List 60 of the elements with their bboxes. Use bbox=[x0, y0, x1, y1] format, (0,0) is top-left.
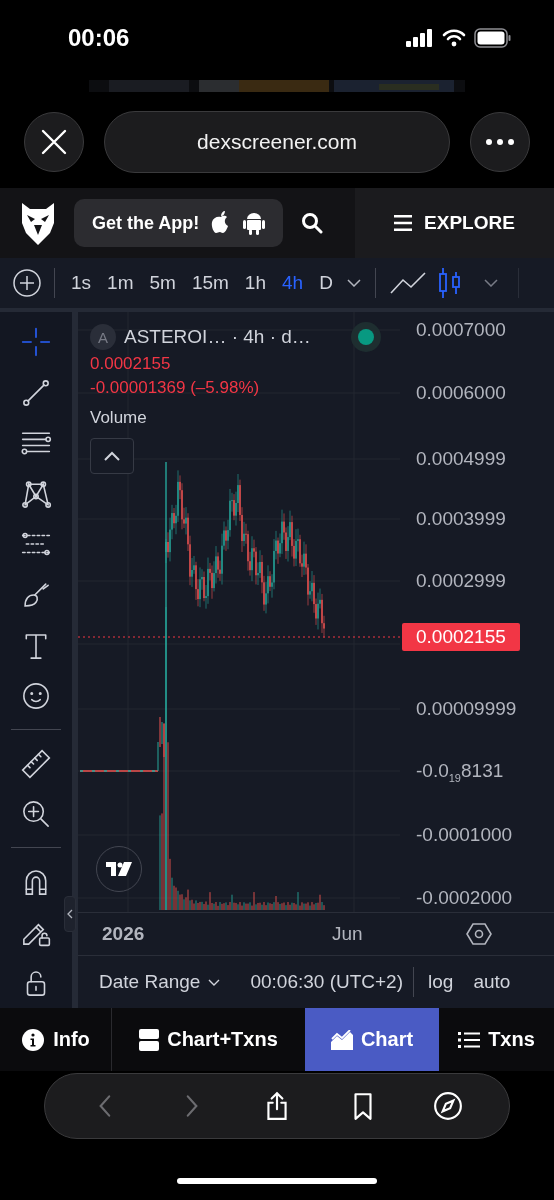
date-range-dropdown[interactable]: Date Range bbox=[99, 971, 221, 993]
settings-icon[interactable] bbox=[466, 922, 492, 946]
info-icon bbox=[21, 1027, 46, 1052]
candlestick-icon[interactable] bbox=[437, 268, 462, 298]
bottom-tab[interactable]: Chart bbox=[305, 1008, 439, 1071]
wifi-icon bbox=[442, 29, 466, 47]
chevron-left-icon bbox=[67, 909, 73, 919]
chevron-up-icon bbox=[104, 451, 120, 461]
split-view-icon bbox=[139, 1028, 160, 1051]
sidebar-handle[interactable] bbox=[64, 896, 76, 932]
price-label: 0.0003999 bbox=[416, 508, 506, 530]
last-price-tag: 0.0002155 bbox=[402, 623, 520, 651]
interval-tab[interactable]: D bbox=[311, 268, 341, 298]
interval-tab[interactable]: 15m bbox=[183, 268, 237, 298]
price-label: -0.0001000 bbox=[416, 824, 513, 846]
price-label: 0.0006000 bbox=[416, 382, 506, 404]
caret-icon[interactable] bbox=[346, 279, 361, 287]
price-change: -0.00001369 (–5.98%) bbox=[90, 378, 260, 398]
more-icon bbox=[486, 139, 514, 145]
get-app-button[interactable]: Get the App! bbox=[74, 199, 284, 247]
price-label: 0.0004999 bbox=[416, 448, 506, 470]
line-chart-icon[interactable] bbox=[389, 271, 426, 295]
signal-icon bbox=[406, 29, 434, 47]
explore-button[interactable]: EXPLORE bbox=[355, 188, 554, 258]
time-label: Jun bbox=[332, 923, 363, 945]
interval-tab[interactable]: 5m bbox=[141, 268, 184, 298]
symbol-badge: A bbox=[90, 324, 116, 350]
clock-label: 00:06:30 (UTC+2) bbox=[250, 971, 403, 993]
auto-toggle[interactable]: auto bbox=[473, 971, 511, 993]
price-label: 0.0007000 bbox=[416, 319, 506, 341]
time-label: 2026 bbox=[102, 923, 145, 945]
price-label: 0.00009999 bbox=[416, 698, 517, 720]
close-icon bbox=[41, 129, 67, 155]
caret-icon[interactable] bbox=[483, 279, 498, 287]
last-price: 0.0002155 bbox=[90, 354, 171, 374]
menu-icon bbox=[394, 215, 413, 231]
caret-icon bbox=[208, 978, 221, 986]
collapse-button[interactable] bbox=[90, 438, 134, 474]
interval-tab[interactable]: 1s bbox=[63, 268, 100, 298]
bottom-tab[interactable]: Txns bbox=[439, 1008, 554, 1071]
status-time: 00:06 bbox=[68, 24, 130, 52]
search-icon[interactable] bbox=[301, 212, 324, 234]
battery-icon bbox=[474, 28, 512, 48]
area-chart-icon bbox=[330, 1029, 353, 1050]
interval-tab[interactable]: 4h bbox=[274, 268, 312, 298]
interval-tab[interactable]: 1h bbox=[236, 268, 274, 298]
log-toggle[interactable]: log bbox=[428, 971, 454, 993]
symbol-title[interactable]: ASTEROI… · 4h · d… bbox=[124, 326, 311, 348]
bottom-tab[interactable]: Chart+Txns bbox=[112, 1008, 305, 1071]
price-label: -0.0$_{19}$8131 bbox=[416, 760, 504, 786]
price-label: 0.0002999 bbox=[416, 570, 506, 592]
price-label: -0.0002000 bbox=[416, 887, 513, 909]
explore-label: EXPLORE bbox=[424, 212, 515, 234]
android-icon bbox=[243, 211, 266, 235]
address-bar[interactable]: dexscreener.com bbox=[104, 111, 450, 173]
interval-tab[interactable]: 1m bbox=[99, 268, 142, 298]
bottom-tab[interactable]: Info bbox=[0, 1008, 112, 1071]
list-icon bbox=[458, 1030, 481, 1049]
volume-label: Volume bbox=[90, 408, 147, 428]
add-icon[interactable] bbox=[12, 268, 42, 298]
